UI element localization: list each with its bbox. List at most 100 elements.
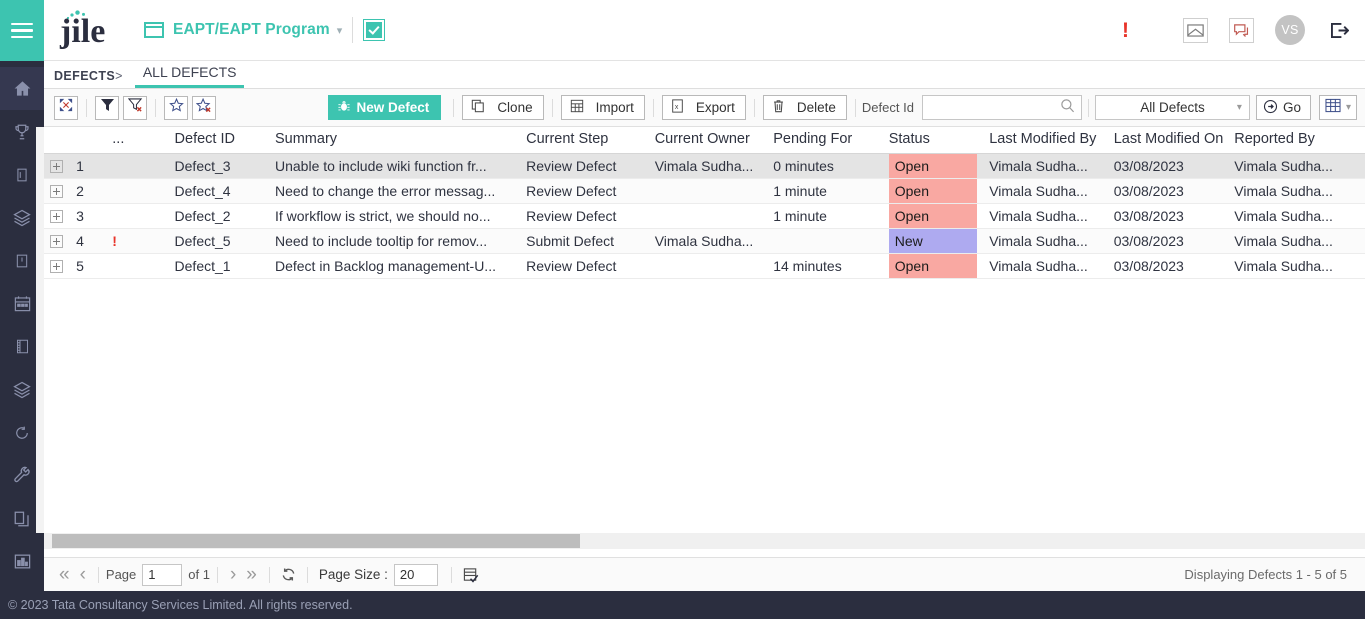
- page-size-input[interactable]: [393, 563, 438, 586]
- column-header-summary[interactable]: Summary: [268, 127, 521, 154]
- avatar[interactable]: VS: [1275, 15, 1305, 45]
- cell-last-modified-by: Vimala Sudha...: [983, 228, 1108, 254]
- pager-divider: [450, 566, 452, 583]
- expand-plus-icon[interactable]: [50, 235, 63, 249]
- clear-filter-button[interactable]: [123, 95, 147, 120]
- row-flag-cell: [106, 203, 169, 229]
- page-number-input[interactable]: [142, 563, 183, 586]
- expand-collapse-button[interactable]: [54, 95, 78, 120]
- prev-page-button[interactable]: ‹: [75, 565, 91, 584]
- favorite-button[interactable]: [164, 95, 188, 120]
- chat-bubble-icon[interactable]: [1229, 17, 1254, 43]
- grid-view-button[interactable]: ▾: [1318, 95, 1357, 120]
- table-header: ... Defect ID Summary Current Step Curre…: [44, 127, 1365, 154]
- table-header-row: ... Defect ID Summary Current Step Curre…: [44, 127, 1365, 154]
- clone-button[interactable]: Clone: [462, 95, 544, 120]
- search-input[interactable]: [928, 99, 1060, 116]
- filter-button[interactable]: [95, 95, 119, 120]
- column-header-last-modified-on[interactable]: Last Modified On: [1107, 127, 1229, 154]
- header-divider: [352, 17, 354, 43]
- last-page-button[interactable]: »: [241, 565, 262, 584]
- defect-id-label: Defect Id: [861, 100, 914, 115]
- pager-divider: [268, 566, 270, 583]
- column-header-reported-by[interactable]: Reported By: [1228, 127, 1365, 154]
- column-header-last-modified-by[interactable]: Last Modified By: [983, 127, 1108, 154]
- cell-last-modified-on: 03/08/2023: [1107, 153, 1229, 179]
- table-row[interactable]: 2 Defect_4 Need to change the error messag…: [44, 178, 1365, 204]
- export-button[interactable]: x Export: [661, 95, 746, 120]
- breadcrumb-separator: >: [115, 69, 123, 83]
- cell-reported-by: Vimala Sudha...: [1228, 153, 1365, 179]
- search-field-wrap[interactable]: [921, 95, 1082, 120]
- column-header-current-step[interactable]: Current Step: [520, 127, 649, 154]
- cell-status: Open: [882, 178, 984, 204]
- sidebar-item-home[interactable]: [0, 67, 44, 110]
- star-clear-icon: [195, 97, 212, 118]
- expand-plus-icon[interactable]: [50, 260, 63, 274]
- column-header-status[interactable]: Status: [882, 127, 984, 154]
- breadcrumb[interactable]: DEFECTS>: [54, 69, 123, 88]
- new-defect-button[interactable]: New Defect: [327, 95, 442, 120]
- row-expander-cell[interactable]: [44, 228, 71, 254]
- cell-current-step: Review Defect: [520, 153, 649, 179]
- row-expander-cell[interactable]: [44, 203, 71, 229]
- toolbar-divider: [1087, 98, 1089, 117]
- project-name[interactable]: EAPT/EAPT Program: [173, 21, 330, 39]
- refresh-icon[interactable]: [277, 567, 300, 582]
- chevron-down-icon[interactable]: ▾: [337, 24, 343, 37]
- table-row[interactable]: 1 Defect_3 Unable to include wiki function…: [44, 153, 1365, 179]
- pager-divider: [97, 566, 99, 583]
- alert-icon[interactable]: !: [1122, 20, 1129, 41]
- menu-toggle-button[interactable]: [0, 0, 44, 61]
- expand-plus-icon[interactable]: [50, 160, 63, 174]
- table-row[interactable]: 4! Defect_5 Need to include tooltip for re…: [44, 228, 1365, 254]
- column-header-defect-id[interactable]: Defect ID: [168, 127, 269, 154]
- clear-favorite-button[interactable]: [192, 95, 216, 120]
- cell-last-modified-on: 03/08/2023: [1107, 203, 1229, 229]
- horizontal-scrollbar-thumb[interactable]: [52, 534, 580, 548]
- go-label: Go: [1282, 100, 1301, 115]
- magnifier-icon[interactable]: [1060, 98, 1075, 118]
- column-chooser-icon[interactable]: [459, 567, 483, 583]
- cell-current-owner: [648, 178, 768, 204]
- expand-plus-icon[interactable]: [50, 185, 63, 199]
- page-total-label: of 1: [188, 567, 210, 582]
- chevron-down-icon: ▾: [1345, 102, 1351, 113]
- checkbox-checked-icon[interactable]: [363, 19, 386, 41]
- page-label: Page: [105, 567, 137, 582]
- table-row[interactable]: 5 Defect_1 Defect in Backlog management-U.…: [44, 253, 1365, 279]
- card-icon: [15, 166, 29, 184]
- cell-summary: Need to change the error messag...: [268, 178, 521, 204]
- note-icon: [15, 252, 29, 270]
- cell-defect-id: Defect_5: [168, 228, 269, 254]
- logout-icon[interactable]: [1330, 22, 1349, 39]
- sidebar-item-reports[interactable]: [0, 540, 44, 583]
- envelope-icon[interactable]: [1183, 17, 1208, 43]
- tab-all-defects[interactable]: ALL DEFECTS: [134, 64, 245, 88]
- row-index: 3: [70, 203, 107, 229]
- import-button[interactable]: Import: [560, 95, 645, 120]
- calendar-icon: [13, 294, 32, 313]
- column-header-dots[interactable]: ...: [106, 127, 169, 154]
- column-header-pending-for[interactable]: Pending For: [767, 127, 883, 154]
- horizontal-scrollbar[interactable]: [44, 533, 1365, 549]
- copyright-text: © 2023 Tata Consultancy Services Limited…: [8, 598, 353, 612]
- table-row[interactable]: 3 Defect_2 If workflow is strict, we shoul…: [44, 203, 1365, 229]
- footer-bar: © 2023 Tata Consultancy Services Limited…: [0, 591, 1365, 619]
- cell-current-owner: Vimala Sudha...: [648, 153, 768, 179]
- jile-logo[interactable]: jile: [58, 9, 120, 51]
- expand-plus-icon[interactable]: [50, 210, 63, 224]
- vertical-scrollbar[interactable]: [36, 127, 44, 533]
- row-expander-cell[interactable]: [44, 253, 71, 279]
- go-button[interactable]: Go: [1255, 95, 1311, 120]
- column-header-current-owner[interactable]: Current Owner: [648, 127, 768, 154]
- funnel-icon: [100, 98, 114, 117]
- defects-grid: ... Defect ID Summary Current Step Curre…: [44, 127, 1365, 555]
- first-page-button[interactable]: «: [54, 565, 75, 584]
- next-page-button[interactable]: ›: [225, 565, 241, 584]
- delete-button[interactable]: Delete: [762, 95, 847, 120]
- row-expander-cell[interactable]: [44, 178, 71, 204]
- row-expander-cell[interactable]: [44, 153, 71, 179]
- row-flag-cell: [106, 178, 169, 204]
- view-select[interactable]: All Defects ▾: [1094, 95, 1250, 120]
